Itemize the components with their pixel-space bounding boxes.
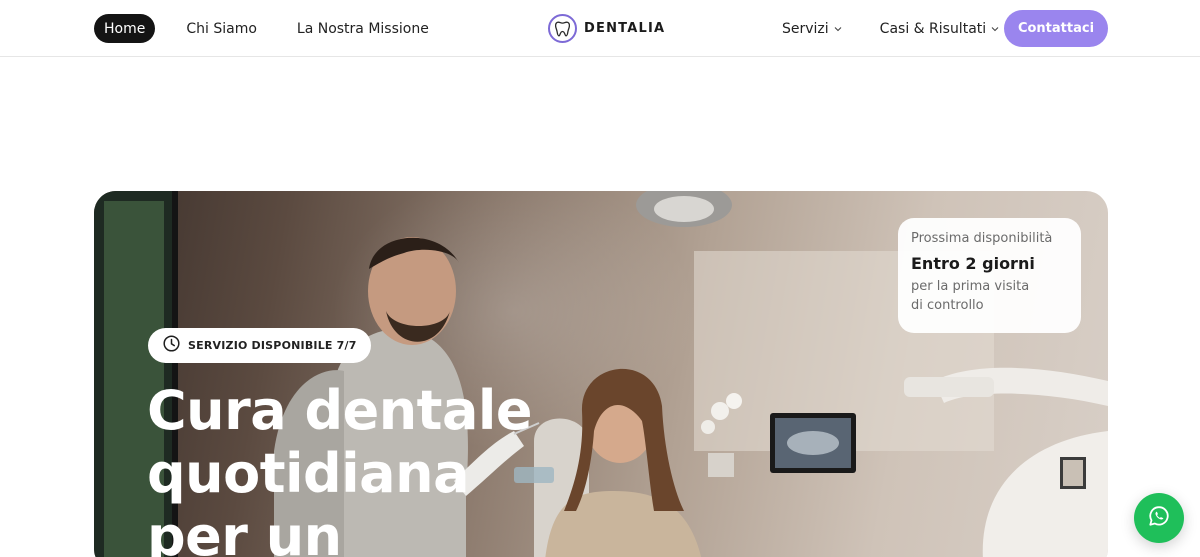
availability-label: Prossima disponibilità — [911, 231, 1053, 246]
nav-servizi-label: Servizi — [782, 20, 829, 37]
hero-section: SERVIZIO DISPONIBILE 7/7 Cura dentale qu… — [94, 191, 1108, 557]
headline-line-1: Cura dentale — [147, 379, 533, 442]
badge-text: SERVIZIO DISPONIBILE 7/7 — [188, 339, 357, 352]
chevron-down-icon — [834, 26, 842, 32]
nav-chi-siamo[interactable]: Chi Siamo — [176, 14, 267, 43]
nav-servizi-dropdown[interactable]: Servizi — [782, 21, 842, 37]
brand-logo[interactable]: DENTALIA — [548, 14, 665, 43]
availability-title: Entro 2 giorni — [911, 254, 1035, 273]
primary-nav-left: Home Chi Siamo La Nostra Missione — [94, 14, 439, 43]
whatsapp-icon — [1148, 505, 1170, 531]
primary-nav-right: Servizi Casi & Risultati — [782, 10, 999, 47]
nav-home[interactable]: Home — [94, 14, 156, 43]
site-header: Home Chi Siamo La Nostra Missione DENTAL… — [0, 0, 1200, 57]
nav-casi-risultati-dropdown[interactable]: Casi & Risultati — [880, 21, 999, 37]
availability-sub-line-2: di controllo — [911, 298, 984, 313]
availability-sub-line-1: per la prima visita — [911, 279, 1030, 294]
service-availability-badge: SERVIZIO DISPONIBILE 7/7 — [148, 328, 371, 363]
nav-la-nostra-missione[interactable]: La Nostra Missione — [287, 14, 439, 43]
availability-subtext: per la prima visita di controllo — [911, 277, 1068, 315]
chevron-down-icon — [991, 26, 999, 32]
availability-card: Prossima disponibilità Entro 2 giorni pe… — [898, 218, 1081, 333]
whatsapp-chat-button[interactable] — [1134, 493, 1184, 543]
headline-line-2: quotidiana — [147, 442, 470, 505]
contattaci-button[interactable]: Contattaci — [1004, 10, 1108, 47]
tooth-icon — [548, 14, 577, 43]
hero-headline: Cura dentale quotidiana per un — [147, 379, 577, 557]
brand-name: DENTALIA — [584, 21, 666, 36]
headline-line-3: per un — [147, 505, 342, 557]
nav-casi-risultati-label: Casi & Risultati — [879, 20, 987, 37]
clock-icon — [163, 335, 180, 356]
